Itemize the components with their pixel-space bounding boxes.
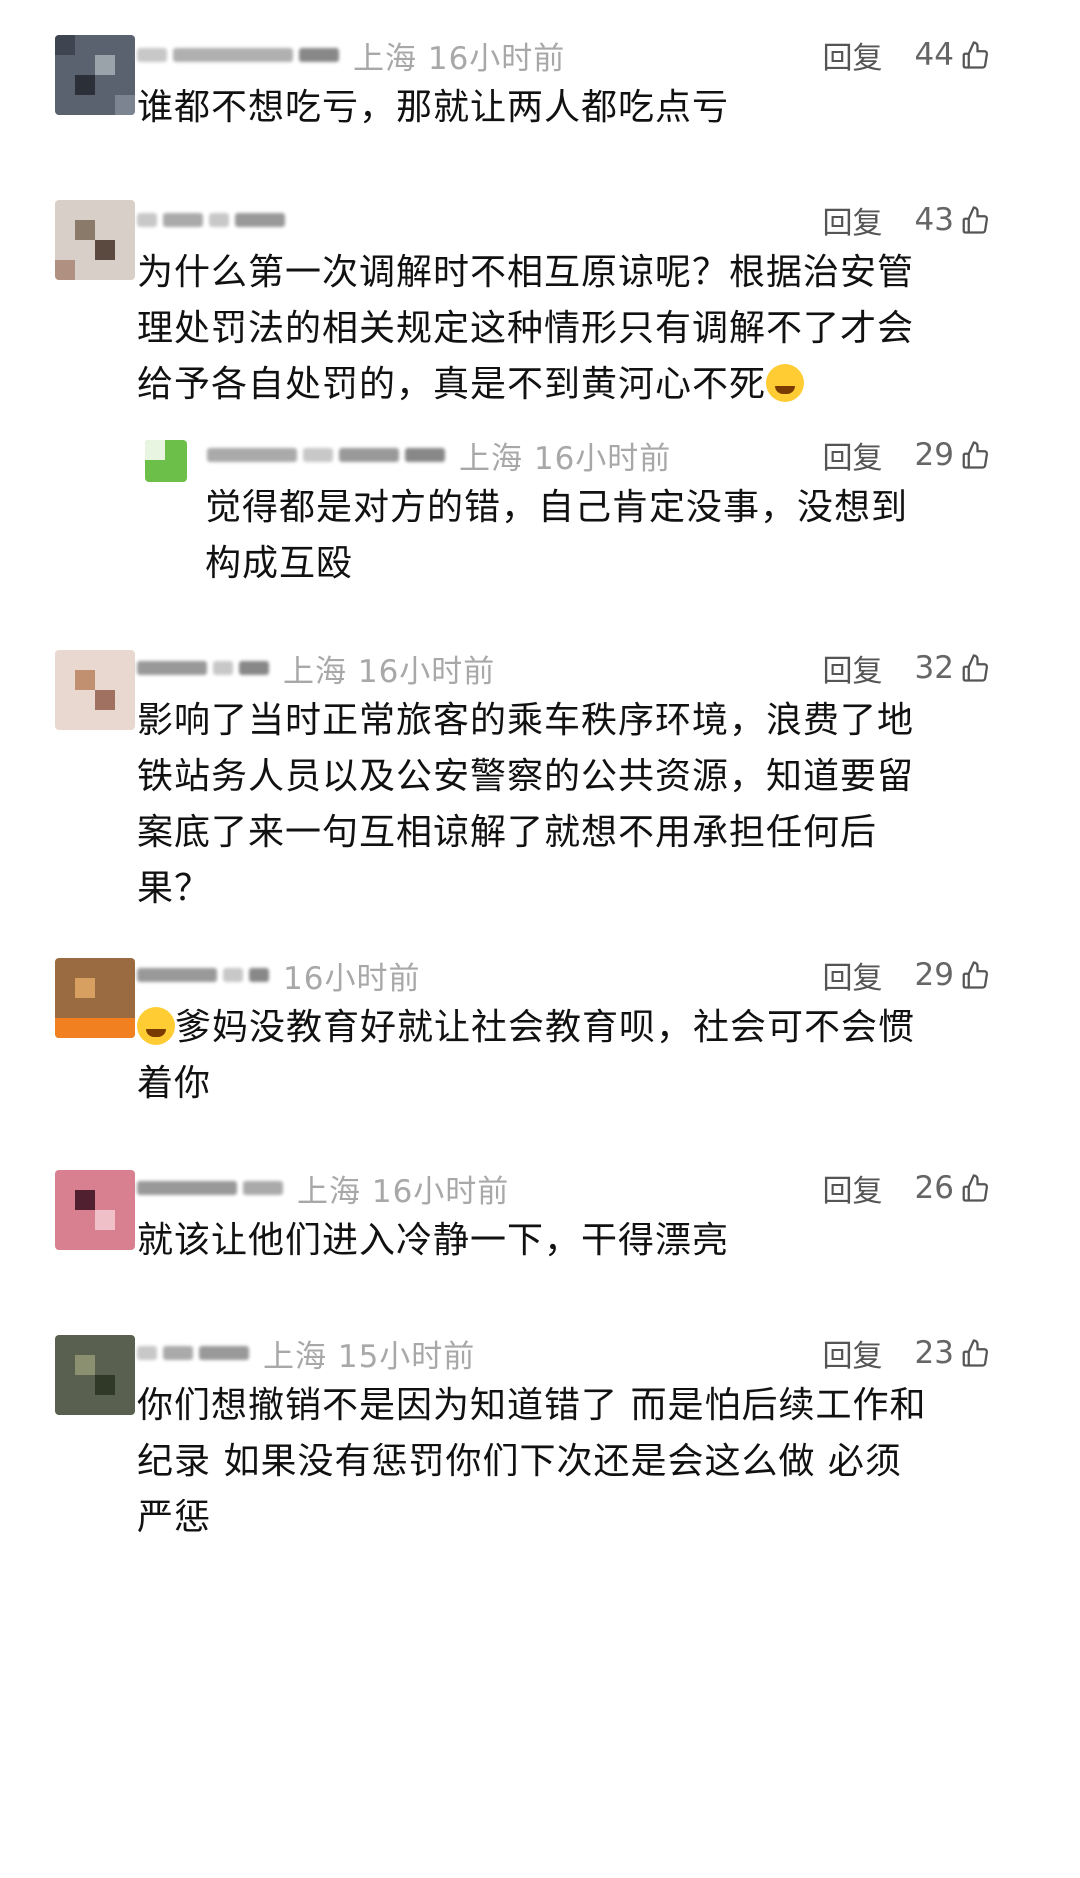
comment-meta: 上海 16小时前 bbox=[137, 35, 566, 77]
comment-text: 你们想撤销不是因为知道错了 而是怕后续工作和 纪录 如果没有惩罚你们下次还是会这… bbox=[137, 1385, 927, 1538]
comment-meta bbox=[137, 200, 299, 240]
like-count: 44 bbox=[914, 37, 954, 73]
location-time: 上海 16小时前 bbox=[353, 40, 566, 77]
like-count: 23 bbox=[914, 1335, 954, 1371]
avatar[interactable] bbox=[55, 958, 135, 1038]
thumbs-up-icon[interactable] bbox=[960, 960, 990, 990]
comment-meta: 上海 16小时前 bbox=[137, 1168, 510, 1210]
reply-button[interactable]: 回复 bbox=[823, 646, 883, 690]
like-count: 43 bbox=[914, 202, 954, 238]
thumbs-up-icon[interactable] bbox=[960, 1338, 990, 1368]
like-count: 32 bbox=[914, 650, 954, 686]
thumbs-up-icon[interactable] bbox=[960, 1173, 990, 1203]
reply-button[interactable]: 回复 bbox=[823, 1166, 883, 1210]
username-blurred[interactable] bbox=[137, 213, 285, 227]
comment-meta: 上海 16小时前 bbox=[137, 648, 496, 690]
location-time: 上海 15小时前 bbox=[263, 1338, 476, 1375]
comment-actions: 回复 26 bbox=[823, 1166, 990, 1210]
location-time: 上海 16小时前 bbox=[283, 653, 496, 690]
username-blurred[interactable] bbox=[137, 1181, 283, 1195]
thumbs-up-icon[interactable] bbox=[960, 440, 990, 470]
comment-actions: 回复 32 bbox=[823, 646, 990, 690]
username-blurred[interactable] bbox=[137, 968, 269, 982]
avatar[interactable] bbox=[55, 650, 135, 730]
location-time: 上海 16小时前 bbox=[297, 1173, 510, 1210]
comment-text: 为什么第一次调解时不相互原谅呢？根据治安管 理处罚法的相关规定这种情形只有调解不… bbox=[137, 252, 915, 405]
comment-text: 就该让他们进入冷静一下，干得漂亮 bbox=[137, 1220, 730, 1261]
thumbs-up-icon[interactable] bbox=[960, 205, 990, 235]
comment-text: 影响了当时正常旅客的乘车秩序环境，浪费了地 铁站务人员以及公安警察的公共资源，知… bbox=[137, 700, 915, 909]
comment-meta: 16小时前 bbox=[137, 955, 421, 997]
comment-actions: 回复 29 bbox=[823, 433, 990, 477]
avatar[interactable] bbox=[55, 200, 135, 280]
thumbs-up-icon[interactable] bbox=[960, 40, 990, 70]
avatar[interactable] bbox=[55, 1170, 135, 1250]
thumbs-up-icon[interactable] bbox=[960, 653, 990, 683]
avatar[interactable] bbox=[145, 440, 187, 482]
avatar[interactable] bbox=[55, 1335, 135, 1415]
username-blurred[interactable] bbox=[207, 448, 445, 462]
comment-text: 谁都不想吃亏，那就让两人都吃点亏 bbox=[137, 87, 730, 128]
like-count: 26 bbox=[914, 1170, 954, 1206]
reply-button[interactable]: 回复 bbox=[823, 953, 883, 997]
comment-meta: 上海 15小时前 bbox=[137, 1333, 476, 1375]
reply-button[interactable]: 回复 bbox=[823, 33, 883, 77]
comment-meta: 上海 16小时前 bbox=[207, 435, 672, 477]
like-count: 29 bbox=[914, 437, 954, 473]
comment-text: 觉得都是对方的错，自己肯定没事，没想到 构成互殴 bbox=[205, 487, 909, 584]
location-time: 16小时前 bbox=[283, 960, 421, 997]
comment-text: 爹妈没教育好就让社会教育呗，社会可不会惯 着你 bbox=[137, 1007, 916, 1104]
comment-actions: 回复 23 bbox=[823, 1331, 990, 1375]
comment-actions: 回复 44 bbox=[823, 33, 990, 77]
username-blurred[interactable] bbox=[137, 1346, 249, 1360]
laughing-emoji-icon bbox=[766, 364, 805, 402]
shushing-emoji-icon bbox=[137, 1007, 175, 1045]
reply-button[interactable]: 回复 bbox=[823, 1331, 883, 1375]
comment-actions: 回复 29 bbox=[823, 953, 990, 997]
like-count: 29 bbox=[914, 957, 954, 993]
comment-actions: 回复 43 bbox=[823, 198, 990, 242]
location-time: 上海 16小时前 bbox=[459, 440, 672, 477]
reply-button[interactable]: 回复 bbox=[823, 433, 883, 477]
username-blurred[interactable] bbox=[137, 48, 339, 62]
avatar[interactable] bbox=[55, 35, 135, 115]
reply-button[interactable]: 回复 bbox=[823, 198, 883, 242]
username-blurred[interactable] bbox=[137, 661, 269, 675]
